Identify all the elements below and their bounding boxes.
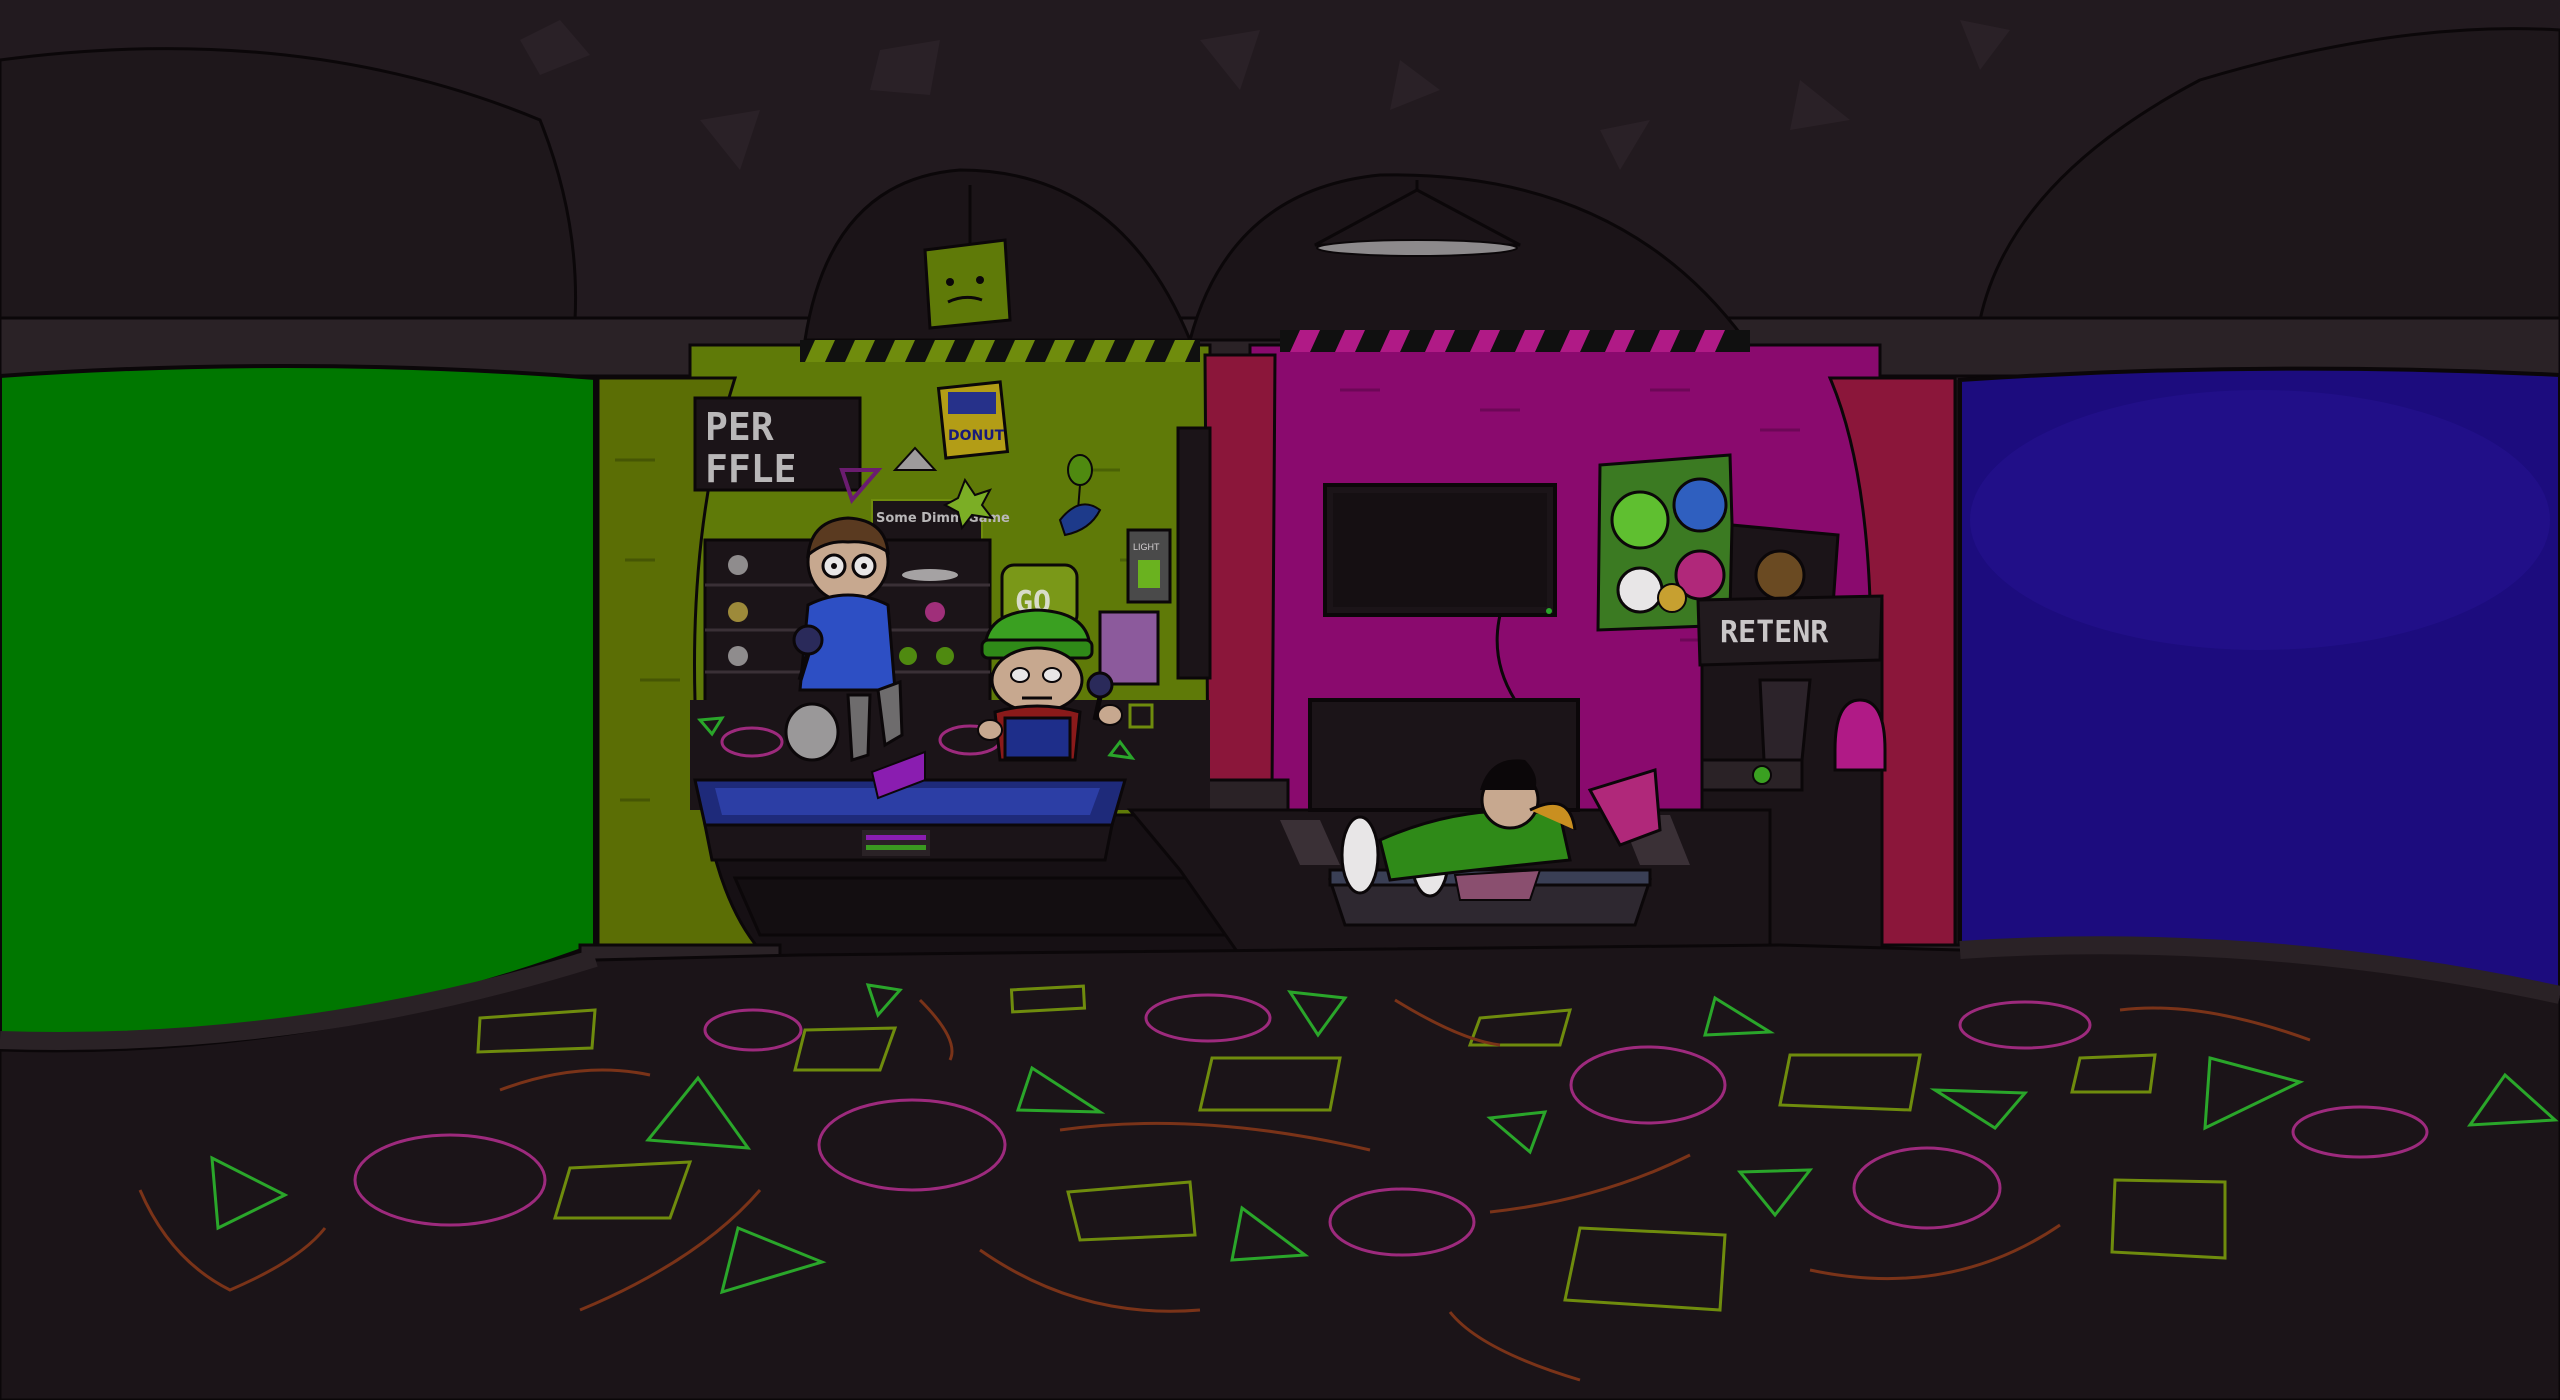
arcade-marquee-text: RETENR <box>1720 615 1829 650</box>
sign-text-line1: PER <box>705 405 774 449</box>
arcade-ghost-icon <box>1833 698 1887 772</box>
character-poster <box>1098 610 1160 686</box>
light-switch-label: LIGHT <box>1133 542 1160 552</box>
joystick-icon <box>1752 765 1772 785</box>
sign-text-line2: FFLE <box>705 447 797 491</box>
right-screen-glow <box>1970 390 2550 650</box>
donut-poster-text: DONUT <box>948 428 1005 444</box>
green-room-doorway <box>1176 426 1212 680</box>
light-switch-panel: LIGHT <box>1126 528 1172 604</box>
pizza-sign: PER FFLE <box>693 396 862 492</box>
left-screen <box>0 363 597 1044</box>
middle-pillar <box>1203 353 1277 792</box>
game-stage: PER FFLE DONUT Some Dimm Game LIGHT GO R… <box>0 0 2560 1400</box>
donut-poster: DONUT <box>936 380 1010 460</box>
hanging-cube-lamp <box>923 238 1012 330</box>
